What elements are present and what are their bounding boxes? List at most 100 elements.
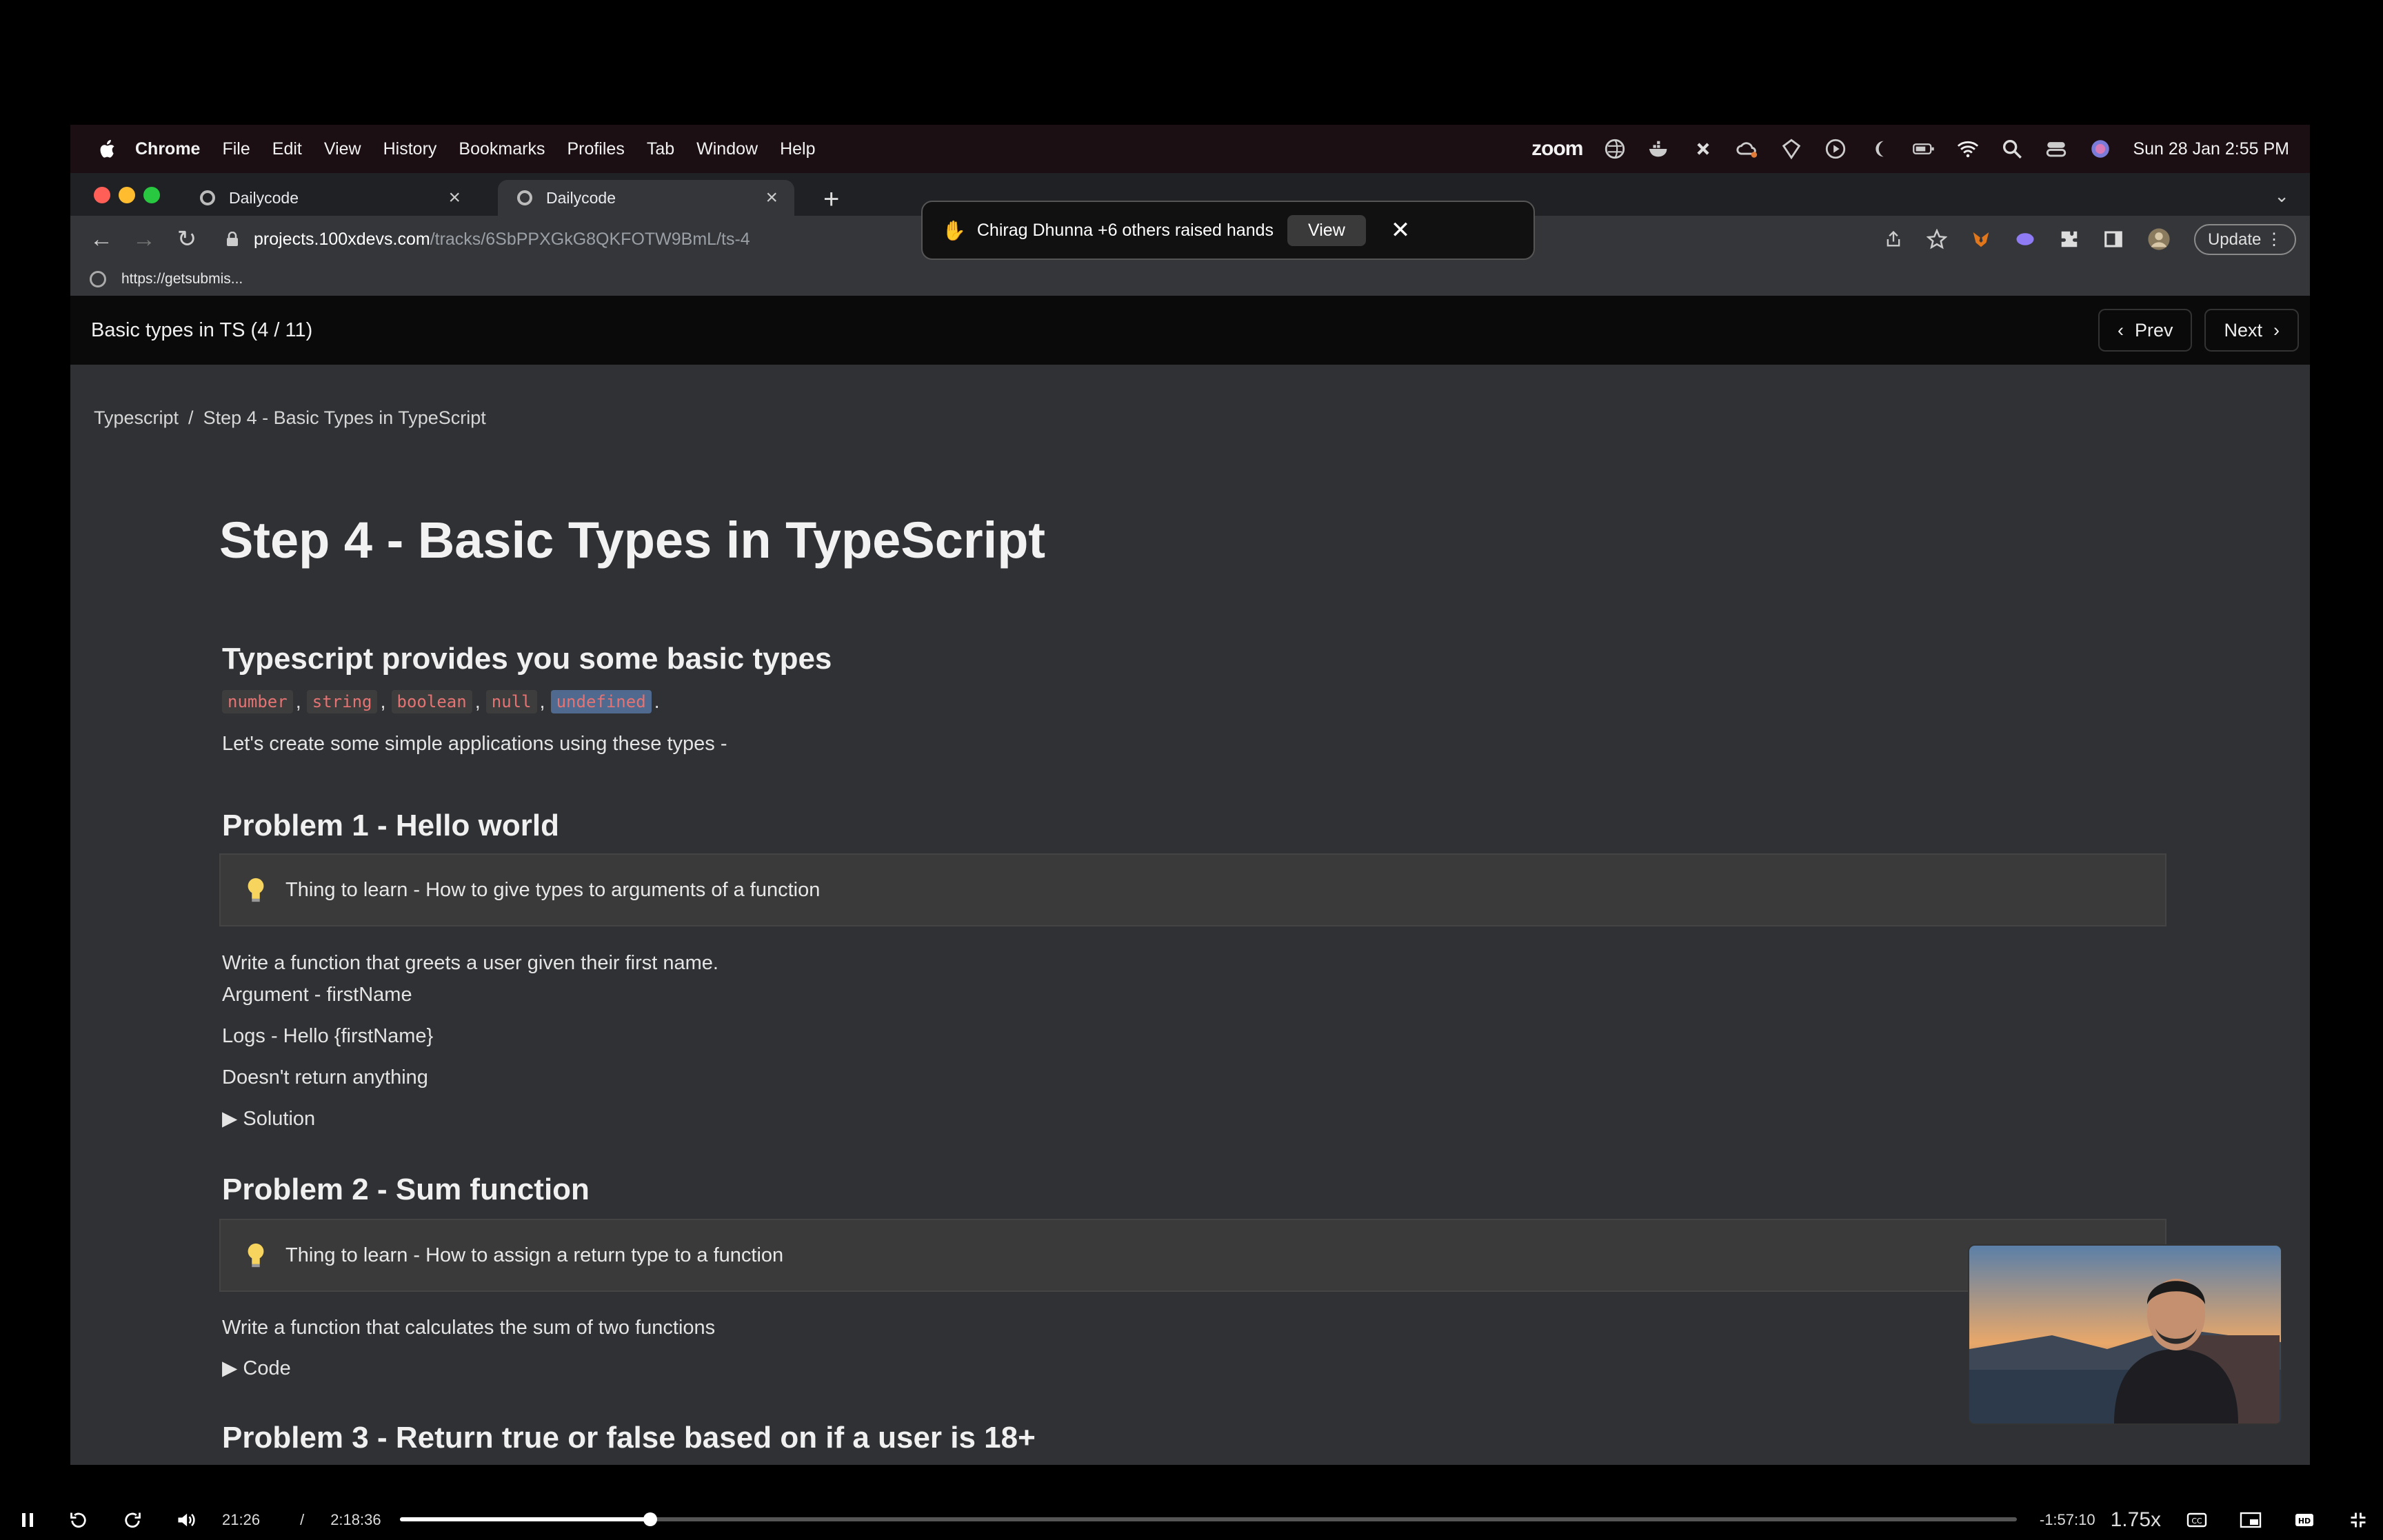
picture-in-picture-icon[interactable] xyxy=(2235,1505,2266,1535)
menu-view[interactable]: View xyxy=(324,139,361,159)
breadcrumb-current[interactable]: Step 4 - Basic Types in TypeScript xyxy=(203,407,486,428)
next-button[interactable]: Next › xyxy=(2204,309,2299,352)
address-bar[interactable]: projects.100xdevs.com/tracks/6SbPPXGkG8Q… xyxy=(226,230,750,250)
problem-1-heading: Problem 1 - Hello world xyxy=(222,809,559,842)
problem-3-heading: Problem 3 - Return true or false based o… xyxy=(222,1421,1036,1455)
bookmark-item[interactable]: https://getsubmis... xyxy=(121,271,243,287)
breadcrumb: Typescript / Step 4 - Basic Types in TypeS… xyxy=(94,407,486,429)
back-arrow-icon[interactable]: ← xyxy=(90,226,113,253)
captions-icon[interactable]: CC xyxy=(2182,1505,2212,1535)
side-panel-icon[interactable] xyxy=(2103,229,2124,250)
close-tab-icon[interactable]: × xyxy=(765,186,778,210)
paragraph: Doesn't return anything xyxy=(222,1066,428,1088)
pause-icon[interactable] xyxy=(12,1505,43,1535)
update-button[interactable]: Update ⋮ xyxy=(2193,223,2296,255)
comma-separator: , xyxy=(539,690,545,713)
globe-icon xyxy=(90,271,106,287)
period: . xyxy=(654,690,660,713)
menu-help[interactable]: Help xyxy=(780,139,815,159)
paragraph: Let's create some simple applications us… xyxy=(222,733,727,755)
close-circle-icon[interactable] xyxy=(1691,137,1715,161)
browser-tab-active[interactable]: Dailycode × xyxy=(498,180,794,216)
close-icon[interactable]: ✕ xyxy=(1391,216,1411,244)
new-tab-icon[interactable]: + xyxy=(823,185,839,213)
hd-quality-icon[interactable]: HD xyxy=(2289,1505,2320,1535)
menu-file[interactable]: File xyxy=(222,139,250,159)
view-button[interactable]: View xyxy=(1287,214,1366,246)
solution-details-toggle[interactable]: ▶ Solution xyxy=(222,1106,315,1131)
menu-chrome[interactable]: Chrome xyxy=(135,139,200,159)
search-icon[interactable] xyxy=(2000,137,2024,161)
menubar-clock[interactable]: Sun 28 Jan 2:55 PM xyxy=(2133,139,2289,159)
forward-arrow-icon[interactable]: → xyxy=(132,226,156,253)
svg-text:CC: CC xyxy=(2191,1517,2202,1526)
url-path: /tracks/6SbPPXGkG8QKFOTW9BmL/ts-4 xyxy=(430,229,750,249)
lightbulb-icon xyxy=(248,1243,264,1268)
browser-tab[interactable]: Dailycode × xyxy=(181,180,477,216)
globe-icon[interactable] xyxy=(1603,137,1627,161)
maximize-window-button[interactable] xyxy=(143,187,160,203)
battery-icon[interactable] xyxy=(1912,137,1935,161)
menu-window[interactable]: Window xyxy=(696,139,758,159)
bug-badge-icon[interactable] xyxy=(1780,137,1803,161)
siri-icon[interactable] xyxy=(2089,137,2112,161)
code-details-toggle[interactable]: ▶ Code xyxy=(222,1356,291,1380)
menu-history[interactable]: History xyxy=(383,139,437,159)
inline-code-selected: undefined xyxy=(550,690,652,713)
profile-avatar[interactable] xyxy=(2147,227,2171,251)
notification-text: Chirag Dhunna +6 others raised hands xyxy=(976,220,1274,240)
extensions-puzzle-icon[interactable] xyxy=(2059,229,2080,250)
menubar-status-area: zoom Sun 28 Jan 2:55 PM xyxy=(1531,137,2289,161)
zoom-status-label[interactable]: zoom xyxy=(1531,137,1583,161)
raised-hands-notification: ✋ Chirag Dhunna +6 others raised hands V… xyxy=(921,201,1535,260)
webcam-video[interactable] xyxy=(1968,1244,2282,1425)
chevron-right-icon: › xyxy=(2273,319,2280,341)
tab-title: Dailycode xyxy=(546,188,616,207)
wifi-icon[interactable] xyxy=(1956,137,1980,161)
details-label: Solution xyxy=(243,1108,316,1130)
comma-separator: , xyxy=(380,690,386,713)
close-window-button[interactable] xyxy=(94,187,110,203)
moon-icon[interactable] xyxy=(1868,137,1891,161)
rewind-icon[interactable] xyxy=(63,1505,94,1535)
paragraph: Write a function that calculates the sum… xyxy=(222,1317,716,1339)
volume-icon[interactable] xyxy=(171,1505,201,1535)
bookmark-star-icon[interactable] xyxy=(1926,229,1947,250)
breadcrumb-root[interactable]: Typescript xyxy=(94,407,179,428)
presenter-video-frame xyxy=(1969,1246,2281,1424)
control-center-icon[interactable] xyxy=(2044,137,2068,161)
total-duration: 2:18:36 xyxy=(330,1510,381,1528)
forward-icon[interactable] xyxy=(117,1505,148,1535)
comma-separator: , xyxy=(295,690,301,713)
callout-box: Thing to learn - How to give types to ar… xyxy=(219,853,2166,926)
mac-menubar: Chrome File Edit View History Bookmarks … xyxy=(70,125,2310,173)
minimize-window-button[interactable] xyxy=(119,187,135,203)
apple-icon[interactable] xyxy=(98,138,119,160)
metamask-extension-icon[interactable] xyxy=(1971,229,1991,250)
menu-tab[interactable]: Tab xyxy=(647,139,674,159)
share-icon[interactable] xyxy=(1884,230,1903,249)
tab-title: Dailycode xyxy=(229,188,299,207)
lock-icon[interactable] xyxy=(226,232,239,247)
page-title: Step 4 - Basic Types in TypeScript xyxy=(219,511,1046,569)
play-circle-icon[interactable] xyxy=(1824,137,1847,161)
menu-edit[interactable]: Edit xyxy=(272,139,302,159)
bookmarks-bar: https://getsubmis... xyxy=(70,263,2310,296)
exit-fullscreen-icon[interactable] xyxy=(2343,1505,2373,1535)
video-progress-fill xyxy=(400,1517,651,1521)
close-tab-icon[interactable]: × xyxy=(448,186,461,210)
reload-icon[interactable]: ↻ xyxy=(175,225,199,253)
menu-bookmarks[interactable]: Bookmarks xyxy=(459,139,545,159)
breadcrumb-separator: / xyxy=(188,407,194,428)
video-progress-bar[interactable] xyxy=(400,1512,2017,1526)
svg-text:HD: HD xyxy=(2298,1517,2311,1526)
cloud-warning-icon[interactable] xyxy=(1736,137,1759,161)
menu-profiles[interactable]: Profiles xyxy=(567,139,624,159)
tab-search-chevron-icon[interactable]: ⌄ xyxy=(2274,185,2289,207)
prev-button[interactable]: ‹ Prev xyxy=(2098,309,2193,352)
extension-purple-icon[interactable] xyxy=(2015,229,2035,250)
playback-speed[interactable]: 1.75x xyxy=(2111,1508,2161,1532)
elapsed-time: 21:26 xyxy=(222,1510,261,1528)
docker-icon[interactable] xyxy=(1647,137,1671,161)
details-label: Code xyxy=(243,1357,291,1379)
